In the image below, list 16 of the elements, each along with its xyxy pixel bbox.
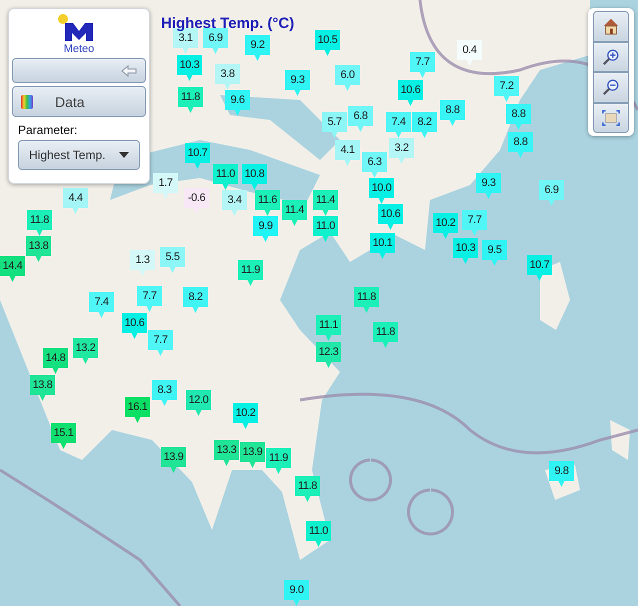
zoom-in-button[interactable] xyxy=(593,42,629,72)
full-extent-button[interactable] xyxy=(593,102,629,133)
extent-icon xyxy=(602,108,620,127)
home-icon xyxy=(602,17,620,36)
zoom-out-icon xyxy=(602,78,620,96)
zoom-in-icon xyxy=(602,48,620,66)
parameter-label: Parameter: xyxy=(17,123,78,137)
parameter-select[interactable]: Highest Temp. xyxy=(18,140,140,170)
home-button[interactable] xyxy=(593,11,629,42)
caret-icon xyxy=(119,152,129,158)
back-arrow-icon xyxy=(121,64,137,76)
zoom-out-button[interactable] xyxy=(593,72,629,102)
logo-text: Meteo xyxy=(64,43,94,55)
data-button[interactable]: Data xyxy=(12,86,146,117)
rainbow-icon xyxy=(21,94,33,108)
island xyxy=(610,420,630,460)
